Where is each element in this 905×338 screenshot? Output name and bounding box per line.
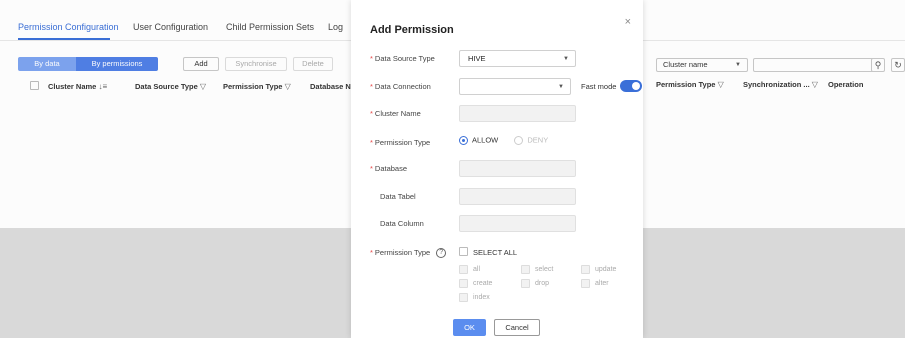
fast-mode-label: Fast mode [581, 82, 617, 91]
checkbox-label: alter [595, 280, 609, 287]
fast-mode-toggle[interactable] [620, 80, 642, 92]
cluster-name-label: * Cluster Name [370, 109, 421, 118]
checkbox-label: index [473, 294, 490, 301]
help-circle-icon[interactable]: ? [436, 248, 447, 259]
checkbox-label: select [535, 266, 554, 273]
select-value: HIVE [468, 54, 486, 63]
permission-checkbox-drop[interactable]: drop [521, 279, 549, 288]
required-asterisk: * [370, 248, 373, 257]
radio-label: ALLOW [472, 135, 499, 145]
label-text: Database [374, 164, 408, 173]
permission-type-actions-label: * Permission Type? [370, 248, 447, 259]
row-permission-type-actions: * Permission Type? SELECT ALL [351, 244, 643, 262]
required-asterisk: * [370, 54, 373, 63]
data-source-type-select[interactable]: HIVE ▼ [459, 50, 576, 67]
checkbox-icon [521, 265, 530, 274]
cancel-button[interactable]: Cancel [494, 319, 540, 336]
row-permission-type: * Permission Type ALLOW DENY [351, 133, 643, 151]
checkbox-icon [581, 265, 590, 274]
cluster-name-input[interactable] [459, 105, 576, 122]
row-data-column: Data Column [351, 215, 643, 233]
label-text: Data Connection [374, 82, 431, 91]
required-asterisk: * [370, 109, 373, 118]
radio-selected-icon [459, 135, 468, 145]
checkbox-icon [581, 279, 590, 288]
add-permission-dialog: Add Permission × * Data Source Type HIVE … [351, 0, 643, 338]
radio-unselected-icon [514, 135, 524, 145]
permission-type-label: * Permission Type [370, 138, 430, 147]
label-text: Permission Type [374, 138, 431, 147]
data-tabel-input[interactable] [459, 188, 576, 205]
select-all-checkbox[interactable] [459, 247, 468, 256]
deny-radio[interactable]: DENY [514, 135, 549, 145]
checkbox-label: update [595, 266, 617, 273]
row-database: * Database [351, 160, 643, 178]
checkbox-icon [521, 279, 530, 288]
data-column-input[interactable] [459, 215, 576, 232]
label-text: Permission Type [374, 248, 431, 257]
required-asterisk: * [370, 82, 373, 91]
permission-checkbox-create[interactable]: create [459, 279, 492, 288]
data-connection-label: * Data Connection [370, 82, 431, 91]
permission-checkbox-update[interactable]: update [581, 265, 616, 274]
checkbox-label: all [473, 266, 481, 273]
chevron-down-icon: ▼ [563, 56, 569, 62]
permission-checkbox-alter[interactable]: alter [581, 279, 609, 288]
required-asterisk: * [370, 164, 373, 173]
checkbox-icon [459, 293, 468, 302]
permission-type-radio-group: ALLOW DENY [459, 135, 548, 145]
database-label: * Database [370, 164, 407, 173]
row-data-source-type: * Data Source Type HIVE ▼ [351, 50, 643, 68]
chevron-down-icon: ▼ [558, 84, 564, 90]
data-source-type-label: * Data Source Type [370, 54, 435, 63]
row-data-connection: * Data Connection ▼ Fast mode [351, 78, 643, 96]
data-connection-select[interactable]: ▼ [459, 78, 571, 95]
data-column-label: Data Column [380, 219, 424, 228]
checkbox-icon [459, 265, 468, 274]
close-icon[interactable]: × [625, 16, 631, 28]
row-data-tabel: Data Tabel [351, 188, 643, 206]
checkbox-label: create [473, 280, 493, 287]
label-text: Cluster Name [374, 109, 421, 118]
permission-checkbox-index[interactable]: index [459, 293, 490, 302]
database-input[interactable] [459, 160, 576, 177]
row-cluster-name: * Cluster Name [351, 105, 643, 123]
ok-button[interactable]: OK [453, 319, 486, 336]
checkbox-label: drop [535, 280, 550, 287]
permission-checkbox-all[interactable]: all [459, 265, 480, 274]
radio-label: DENY [527, 135, 549, 145]
required-asterisk: * [370, 138, 373, 147]
dialog-title: Add Permission [370, 24, 454, 36]
allow-radio[interactable]: ALLOW [459, 135, 499, 145]
label-text: Data Source Type [374, 54, 435, 63]
data-tabel-label: Data Tabel [380, 192, 416, 201]
checkbox-icon [459, 279, 468, 288]
select-all-label: SELECT ALL [473, 248, 518, 257]
permission-checkbox-select[interactable]: select [521, 265, 553, 274]
